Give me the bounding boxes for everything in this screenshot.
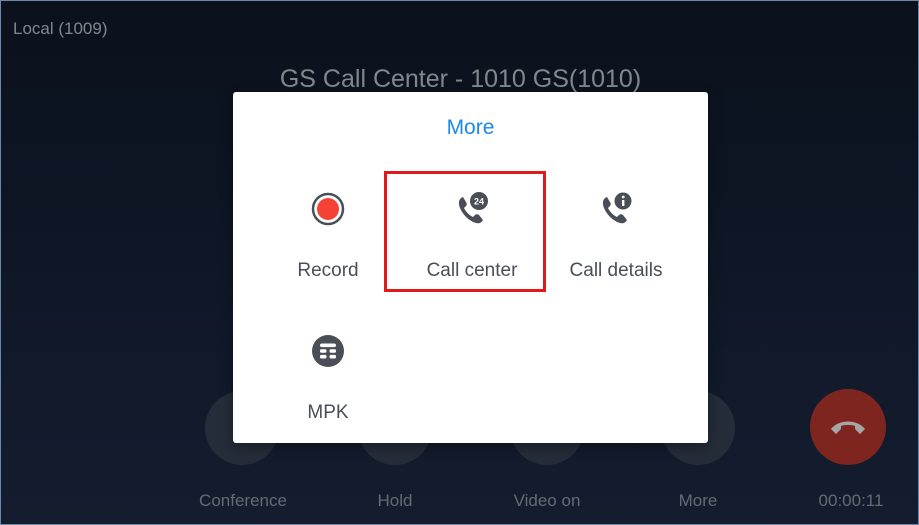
call-details-label: Call details: [569, 260, 663, 281]
call-details-icon: [602, 192, 632, 224]
mpk-option[interactable]: MPK: [258, 331, 398, 431]
mpk-label: MPK: [307, 402, 349, 423]
record-option[interactable]: Record: [258, 189, 398, 289]
dialog-title: More: [446, 116, 495, 139]
call-screen: Local (1009) GS Call Center - 1010 GS(10…: [0, 0, 919, 525]
mpk-icon: [312, 335, 344, 367]
call-details-option[interactable]: Call details: [546, 189, 686, 289]
record-label: Record: [297, 260, 359, 281]
record-icon: [311, 192, 345, 226]
call-center-highlight-box: [384, 171, 546, 292]
